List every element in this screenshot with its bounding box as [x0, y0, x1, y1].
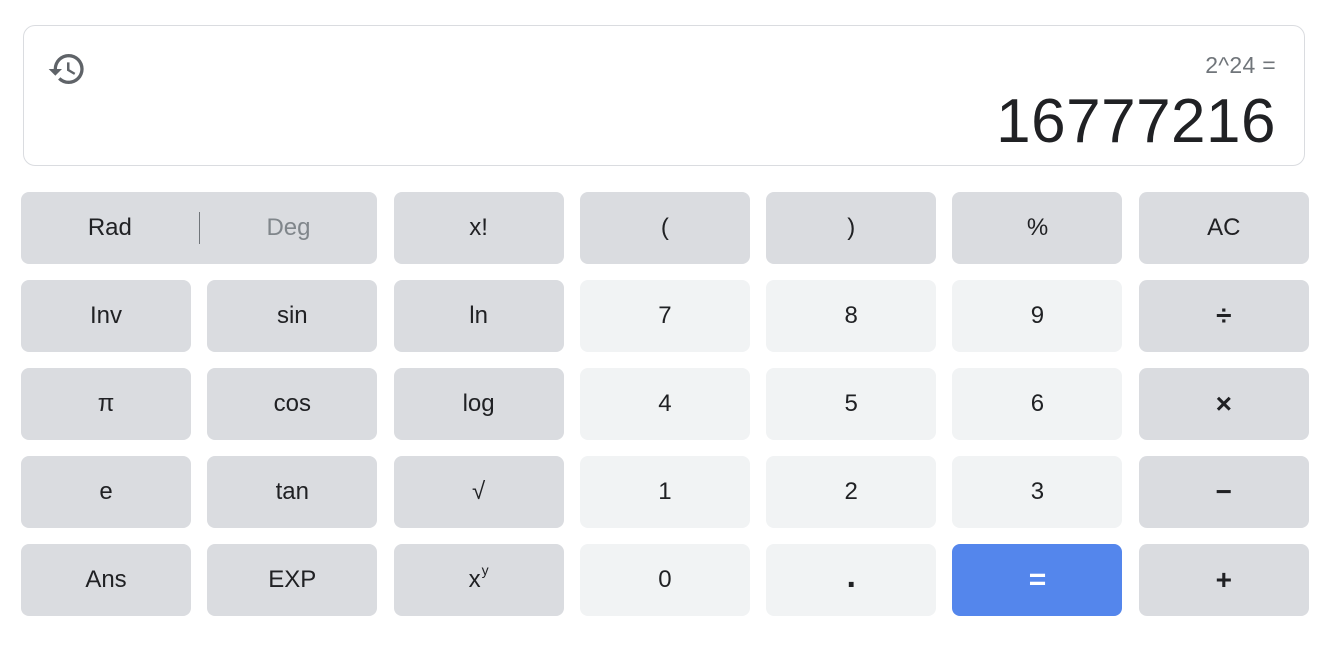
log-button[interactable]: log — [393, 368, 564, 440]
digit-3-button[interactable]: 3 — [952, 456, 1123, 528]
decimal-button[interactable]: . — [766, 544, 937, 616]
digit-9-button[interactable]: 9 — [952, 280, 1123, 352]
minus-button[interactable]: − — [1138, 456, 1309, 528]
digit-5-button[interactable]: 5 — [766, 368, 937, 440]
multiply-button[interactable]: × — [1138, 368, 1309, 440]
digit-1-button[interactable]: 1 — [579, 456, 750, 528]
calculator: 2^24 = 16777216 Rad Deg x! ( ) % AC Inv … — [0, 0, 1326, 650]
history-button[interactable] — [46, 48, 88, 90]
power-base-label: x — [468, 566, 481, 593]
expression-text: 2^24 = — [1205, 52, 1276, 78]
power-button[interactable]: xy — [393, 544, 564, 616]
result-text: 16777216 — [996, 87, 1276, 156]
calculator-display: 2^24 = 16777216 — [23, 25, 1305, 166]
digit-0-button[interactable]: 0 — [579, 544, 750, 616]
ans-button[interactable]: Ans — [21, 544, 191, 616]
rad-button[interactable]: Rad — [21, 192, 199, 264]
factorial-button[interactable]: x! — [393, 192, 564, 264]
digit-6-button[interactable]: 6 — [952, 368, 1123, 440]
equals-button[interactable]: = — [952, 544, 1123, 616]
deg-button[interactable]: Deg — [200, 192, 378, 264]
angle-mode-toggle[interactable]: Rad Deg — [21, 192, 378, 264]
divide-button[interactable]: ÷ — [1138, 280, 1309, 352]
inv-button[interactable]: Inv — [21, 280, 191, 352]
sqrt-button[interactable]: √ — [393, 456, 564, 528]
sin-button[interactable]: sin — [207, 280, 378, 352]
power-exponent-label: y — [481, 562, 489, 578]
clear-button[interactable]: AC — [1138, 192, 1309, 264]
keypad: Rad Deg x! ( ) % AC Inv sin ln 7 8 9 ÷ π… — [21, 192, 1309, 616]
digit-7-button[interactable]: 7 — [579, 280, 750, 352]
exp-button[interactable]: EXP — [207, 544, 378, 616]
decimal-label: . — [846, 556, 856, 595]
percent-button[interactable]: % — [952, 192, 1123, 264]
history-icon — [48, 54, 84, 85]
e-button[interactable]: e — [21, 456, 191, 528]
ln-button[interactable]: ln — [393, 280, 564, 352]
cos-button[interactable]: cos — [207, 368, 378, 440]
tan-button[interactable]: tan — [207, 456, 378, 528]
left-paren-button[interactable]: ( — [579, 192, 750, 264]
pi-button[interactable]: π — [21, 368, 191, 440]
plus-button[interactable]: + — [1138, 544, 1309, 616]
digit-2-button[interactable]: 2 — [766, 456, 937, 528]
digit-8-button[interactable]: 8 — [766, 280, 937, 352]
digit-4-button[interactable]: 4 — [579, 368, 750, 440]
right-paren-button[interactable]: ) — [766, 192, 937, 264]
